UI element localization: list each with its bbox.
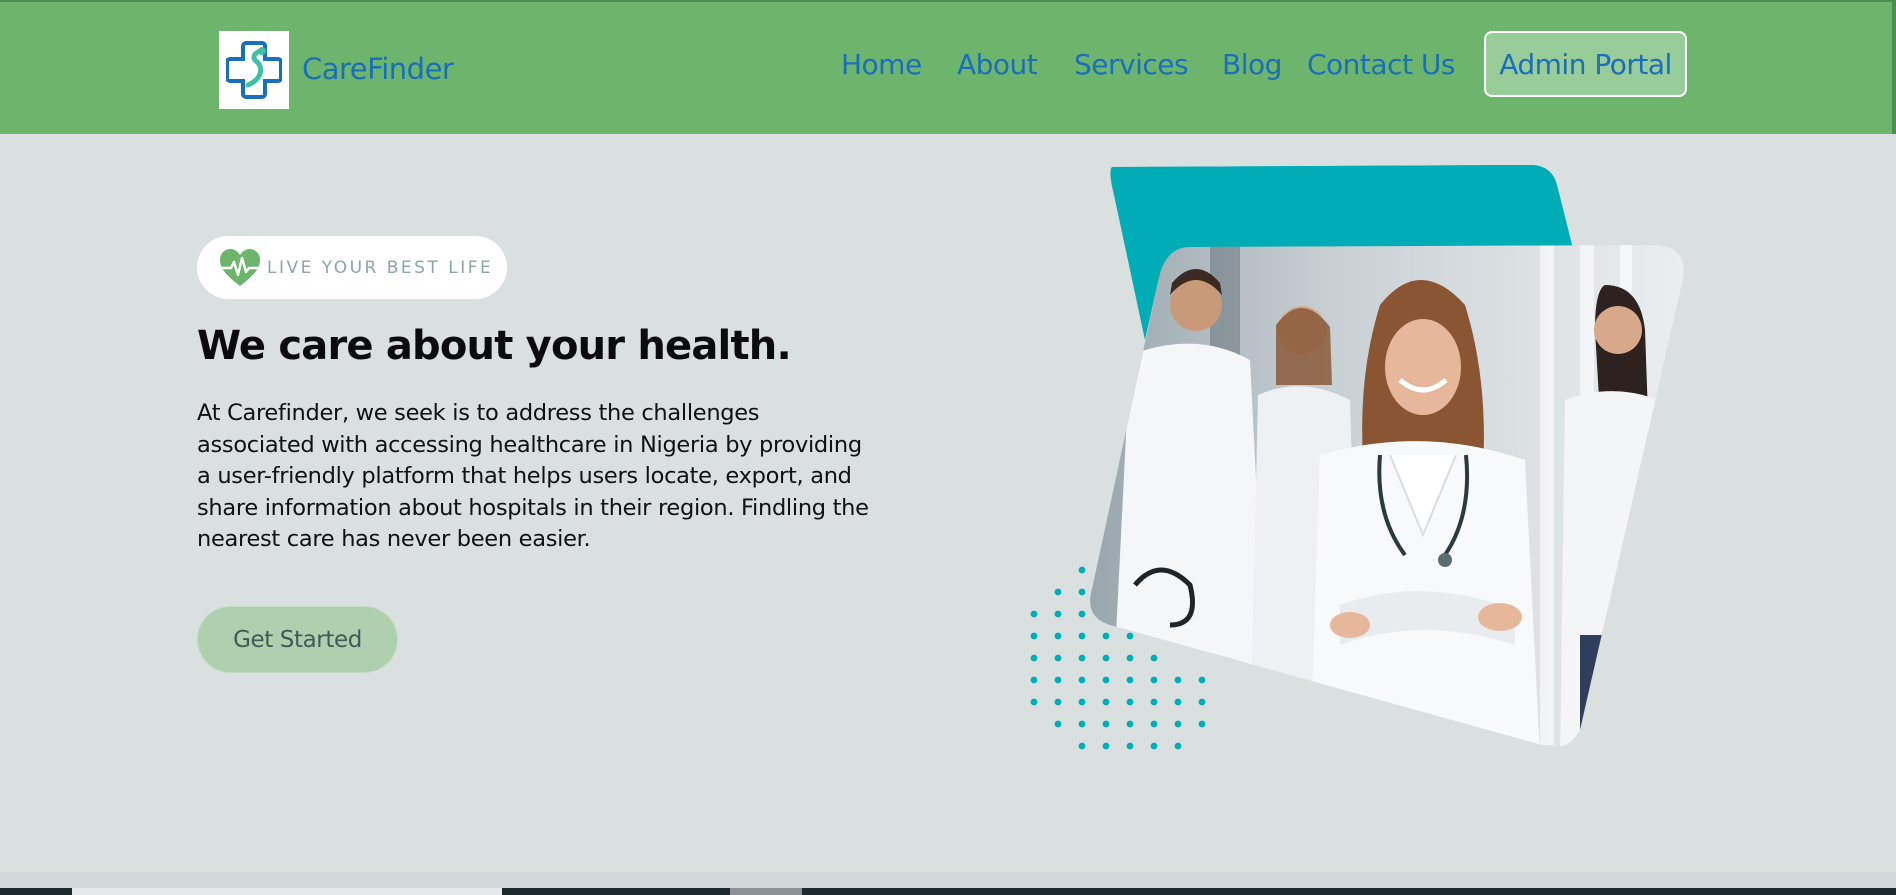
footer-band-highlight <box>72 888 502 895</box>
nav-about[interactable]: About <box>957 48 1038 81</box>
nav-home[interactable]: Home <box>841 48 922 81</box>
medical-cross-logo-icon <box>226 41 282 99</box>
tagline-badge: LIVE YOUR BEST LIFE <box>197 236 507 299</box>
tagline-text: LIVE YOUR BEST LIFE <box>267 257 494 278</box>
admin-portal-button[interactable]: Admin Portal <box>1484 31 1687 97</box>
heart-pulse-icon <box>219 248 261 286</box>
hero-illustration <box>1030 165 1684 750</box>
footer-band-highlight <box>730 888 802 895</box>
window-edge <box>1892 0 1896 134</box>
intro-paragraph: At Carefinder, we seek is to address the… <box>197 400 869 552</box>
page-title: We care about your health. <box>197 323 792 369</box>
brand-name[interactable]: CareFinder <box>302 52 454 86</box>
nav-services[interactable]: Services <box>1074 48 1189 81</box>
navbar: CareFinder Home About Services Blog Cont… <box>0 0 1896 134</box>
nav-contact-us[interactable]: Contact Us <box>1307 48 1455 81</box>
nav-blog[interactable]: Blog <box>1222 48 1282 81</box>
logo[interactable] <box>219 31 289 109</box>
get-started-button[interactable]: Get Started <box>197 606 398 673</box>
